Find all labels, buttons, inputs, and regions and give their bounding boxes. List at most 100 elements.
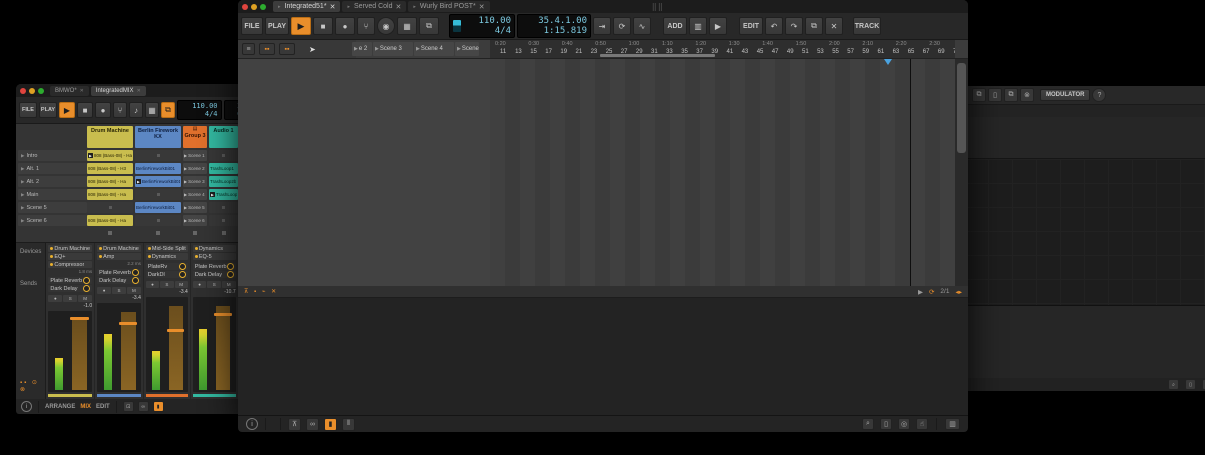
- device-enabled-icon[interactable]: [195, 247, 198, 250]
- ruler-bar[interactable]: 41: [727, 49, 734, 55]
- send-knob[interactable]: [83, 277, 90, 284]
- play-menu-button[interactable]: PLAY: [265, 17, 289, 35]
- fader-track[interactable]: [216, 306, 231, 390]
- ruler-bar[interactable]: 69: [938, 49, 945, 55]
- device-chip[interactable]: Dynamics: [146, 253, 188, 260]
- play-button[interactable]: ▶: [291, 17, 311, 35]
- copy-icon[interactable]: ⧉: [972, 88, 986, 102]
- scene-play-icon[interactable]: ▶: [354, 46, 358, 52]
- scene-play-icon[interactable]: ▶: [21, 218, 24, 224]
- send-chip[interactable]: Plate Reverb: [48, 277, 92, 284]
- track-button[interactable]: TRACK: [853, 17, 881, 35]
- fader-track[interactable]: [169, 306, 183, 390]
- device-chip[interactable]: Mid-Side Split: [146, 245, 188, 252]
- search-icon[interactable]: ⌕: [862, 418, 874, 430]
- undo-icon[interactable]: ↶: [765, 17, 783, 35]
- clip-cell[interactable]: ▶BerlinFireworkBit01: [135, 176, 181, 187]
- playhead[interactable]: [910, 59, 911, 286]
- ruler-bar[interactable]: 67: [923, 49, 930, 55]
- close-tab-icon[interactable]: ✕: [479, 3, 485, 11]
- record-button[interactable]: ●: [335, 17, 355, 35]
- ruler-bar[interactable]: 21: [576, 49, 583, 55]
- fader-area[interactable]: [193, 297, 236, 392]
- modulator-button[interactable]: MODULATOR: [1040, 89, 1090, 101]
- view-mix[interactable]: MIX: [80, 404, 91, 410]
- mixer-sidebar-icons[interactable]: ▪▪ ⊙ ⊗: [20, 379, 41, 393]
- send-chip[interactable]: Dark Delay: [48, 285, 92, 292]
- grid-canvas[interactable]: [940, 159, 1205, 305]
- launcher-grid-icon[interactable]: ▪▪: [259, 43, 275, 55]
- view-arrange[interactable]: ARRANGE: [45, 404, 75, 410]
- stop-all-icon[interactable]: [193, 231, 197, 235]
- send-knob[interactable]: [227, 263, 234, 270]
- devices-label[interactable]: Devices: [20, 249, 41, 255]
- ruler-bar[interactable]: 45: [757, 49, 764, 55]
- metronome-icon[interactable]: ♪: [129, 102, 143, 118]
- scene-row-1[interactable]: ▶Alt. 1: [18, 163, 87, 174]
- loop-region[interactable]: [600, 54, 715, 57]
- track-header-3[interactable]: Audio 1: [209, 126, 238, 148]
- piano-icon[interactable]: ▥: [689, 17, 707, 35]
- scene-row-5[interactable]: ▶Scene 6: [18, 215, 87, 226]
- clip-cell[interactable]: [135, 189, 181, 200]
- device-chip[interactable]: Dynamics: [193, 245, 236, 252]
- clip-cell[interactable]: 808 (Bass-08) - Ha: [87, 189, 133, 200]
- clip-cell[interactable]: ▶Scene 6: [183, 215, 207, 226]
- record-mode-icon[interactable]: ◎: [898, 418, 910, 430]
- snap-icon[interactable]: ◂▸: [955, 288, 962, 296]
- maximize-window-icon[interactable]: [38, 88, 44, 94]
- arm-button[interactable]: ●: [193, 281, 207, 288]
- stop-all-icon[interactable]: [156, 231, 160, 235]
- mute-button[interactable]: M: [78, 295, 92, 302]
- send-chip[interactable]: DarkDl: [146, 271, 188, 278]
- track-header-2[interactable]: ▤Group 3: [183, 126, 207, 148]
- close-tab-icon[interactable]: ✕: [137, 88, 141, 94]
- clip-cell[interactable]: [87, 202, 133, 213]
- send-chip[interactable]: Dark Delay: [97, 277, 141, 284]
- clip-cell[interactable]: [209, 215, 238, 226]
- main-window-titlebar[interactable]: ▸Integrated51*✕▸Served Cold✕▸Wurly Bird …: [238, 0, 968, 13]
- mixer-toggle-icon[interactable]: ⫴: [342, 418, 355, 431]
- help-icon[interactable]: ?: [1092, 88, 1106, 102]
- follow-play-icon[interactable]: ▶: [918, 288, 923, 296]
- scene-play-icon[interactable]: ▶: [21, 166, 24, 172]
- panel-toggle-icon[interactable]: ▮: [153, 401, 164, 412]
- duplicate-icon[interactable]: ⧉: [1004, 88, 1018, 102]
- ruler-bar[interactable]: 55: [832, 49, 839, 55]
- device-chip[interactable]: Drum Machine: [97, 245, 141, 252]
- info-icon[interactable]: i: [246, 418, 258, 430]
- send-knob[interactable]: [83, 285, 90, 292]
- stop-button[interactable]: ■: [313, 17, 333, 35]
- crop-icon[interactable]: ⊡: [123, 401, 134, 412]
- clip-cell[interactable]: BerlinFireworkBit01: [135, 202, 181, 213]
- loop-follow-icon[interactable]: ⟳: [929, 288, 934, 296]
- send-knob[interactable]: [227, 271, 234, 278]
- app-grid-icon[interactable]: ⣿⣿: [652, 3, 664, 11]
- cursor-tool-icon[interactable]: ➤: [309, 45, 316, 54]
- solo-button[interactable]: S: [207, 281, 221, 288]
- sliders-icon[interactable]: ⧉: [419, 17, 439, 35]
- edit-button[interactable]: EDIT: [739, 17, 763, 35]
- scissors-icon[interactable]: ⊼: [288, 418, 301, 431]
- scene-row-0[interactable]: ▶Intro: [18, 150, 87, 161]
- device-chip[interactable]: Compressor: [48, 261, 92, 268]
- scene-row-3[interactable]: ▶Main: [18, 189, 87, 200]
- ruler-bar[interactable]: 61: [878, 49, 885, 55]
- close-window-icon[interactable]: [20, 88, 26, 94]
- mute-button[interactable]: M: [175, 281, 188, 288]
- search-icon[interactable]: ⌕: [1168, 379, 1179, 390]
- ruler-bar[interactable]: 63: [893, 49, 900, 55]
- minimize-window-icon[interactable]: [251, 4, 257, 10]
- record-button[interactable]: ●: [95, 102, 111, 118]
- loop-icon[interactable]: ⟳: [613, 17, 631, 35]
- ruler-bar[interactable]: 11: [500, 49, 506, 55]
- ruler-bar[interactable]: 51: [802, 49, 809, 55]
- scene-header-1[interactable]: ▶Scene 3: [373, 42, 413, 56]
- tempo-display[interactable]: 110.004/4: [449, 14, 515, 39]
- duplicate-icon[interactable]: ⧉: [805, 17, 823, 35]
- punch-in-icon[interactable]: ⇥: [593, 17, 611, 35]
- ruler-bar[interactable]: 43: [742, 49, 749, 55]
- scene-play-icon[interactable]: ▶: [21, 205, 24, 211]
- scene-play-icon[interactable]: ▶: [375, 46, 379, 52]
- swing-icon[interactable]: ∿: [633, 17, 651, 35]
